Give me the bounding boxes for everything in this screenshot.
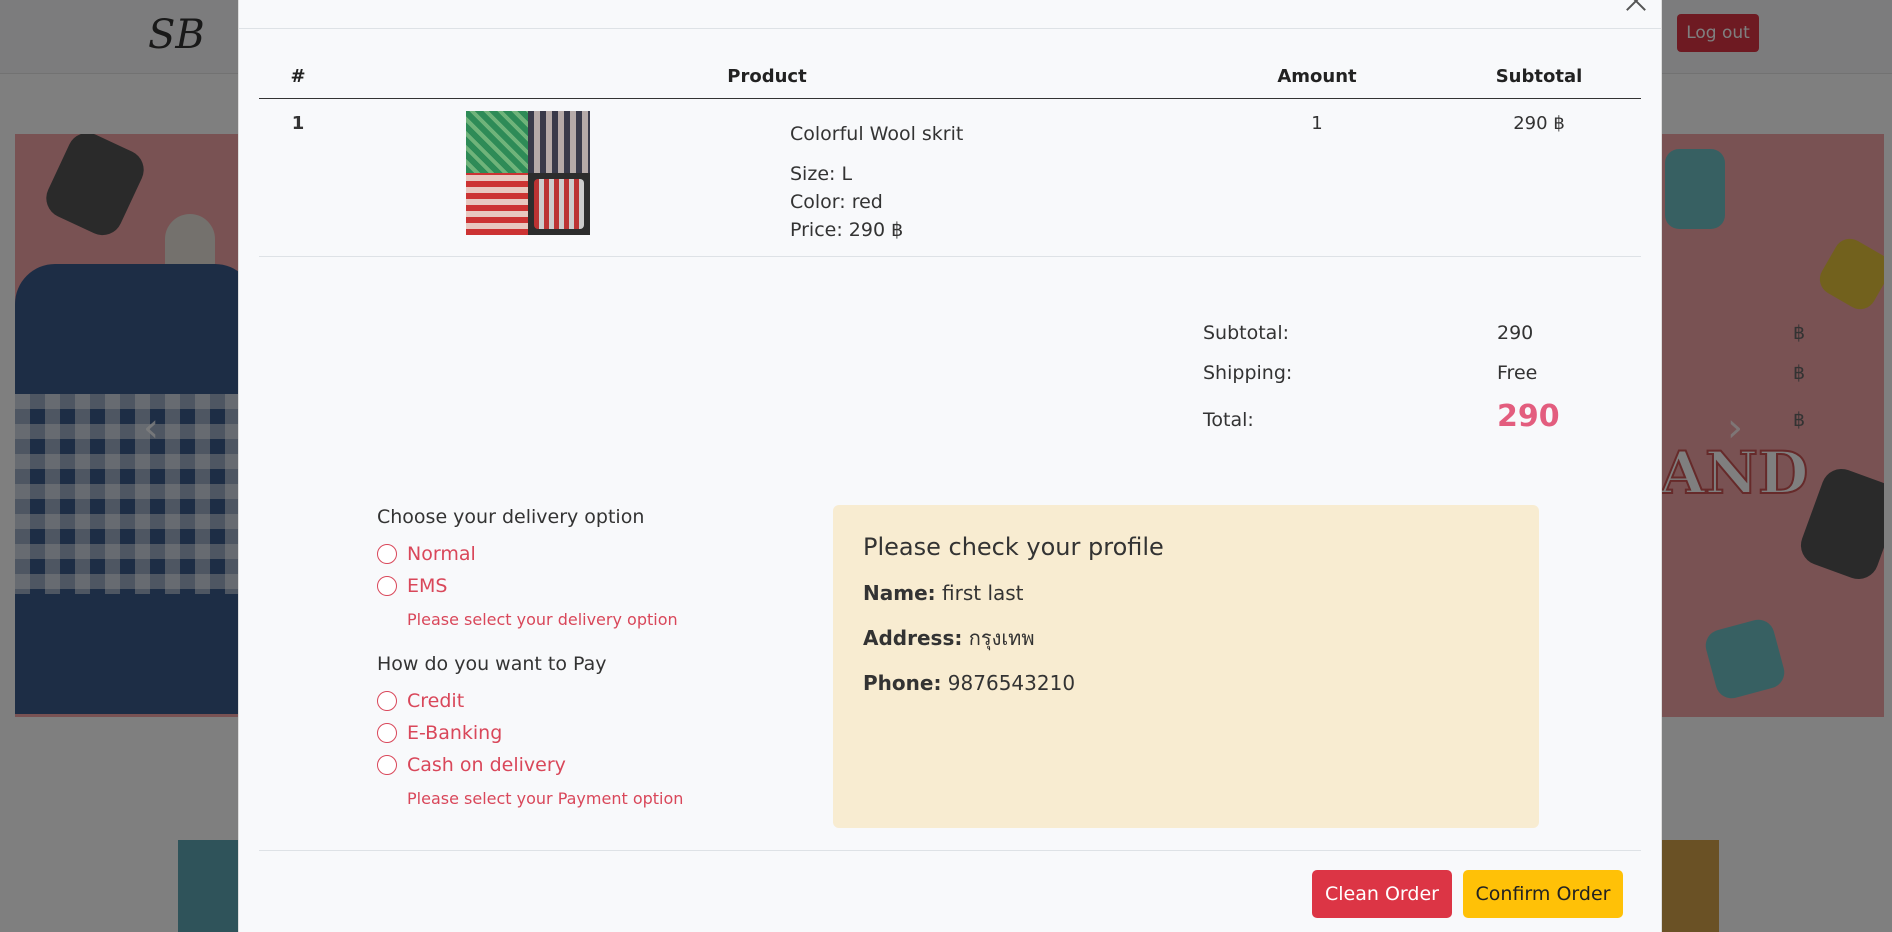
radio-label[interactable]: EMS: [407, 575, 447, 597]
order-table: # Product Amount Subtotal 1 Colorful Woo…: [259, 56, 1641, 257]
modal-footer-divider: [259, 850, 1641, 851]
subtotal-label: Subtotal:: [1203, 322, 1290, 344]
subtotal-value: 290: [1497, 322, 1534, 344]
radio-label[interactable]: E-Banking: [407, 722, 502, 744]
profile-phone: Phone: 9876543210: [863, 671, 1509, 695]
product-price: Price: 290 ฿: [790, 218, 904, 241]
total-value: 290: [1497, 399, 1560, 434]
subtotal-row: Subtotal: 290 ฿: [1203, 322, 1823, 352]
radio-circle-icon[interactable]: [377, 544, 397, 564]
radio-label[interactable]: Normal: [407, 543, 476, 565]
product-cell: Colorful Wool skrit Size: L Color: red P…: [337, 98, 1197, 257]
payment-option-title: How do you want to Pay: [377, 653, 607, 675]
radio-circle-icon[interactable]: [377, 755, 397, 775]
payment-error-message: Please select your Payment option: [407, 789, 684, 808]
product-thumbnail[interactable]: [466, 110, 590, 235]
product-name: Colorful Wool skrit: [790, 122, 964, 145]
profile-address: Address: กรุงเทพ: [863, 622, 1509, 654]
clean-order-button[interactable]: Clean Order: [1312, 870, 1452, 918]
product-color: Color: red: [790, 190, 883, 213]
currency-symbol: ฿: [1793, 322, 1806, 344]
modal-header: [239, 0, 1661, 29]
column-header-subtotal: Subtotal: [1437, 56, 1641, 99]
delivery-option-title: Choose your delivery option: [377, 506, 645, 528]
total-label: Total:: [1203, 409, 1254, 431]
confirm-order-button[interactable]: Confirm Order: [1463, 870, 1623, 918]
table-row: 1 Colorful Wool skrit Size: L Color: red…: [259, 98, 1641, 257]
profile-name-value: first last: [942, 581, 1024, 605]
delivery-option-ems[interactable]: EMS: [377, 570, 683, 602]
cart-modal: # Product Amount Subtotal 1 Colorful Woo…: [238, 0, 1805, 932]
payment-option-credit[interactable]: Credit: [377, 685, 683, 717]
profile-phone-label: Phone:: [863, 671, 942, 695]
column-header-number: #: [259, 56, 337, 99]
shipping-value: Free: [1497, 362, 1538, 384]
delivery-option-normal[interactable]: Normal: [377, 538, 683, 570]
product-amount: 1: [1197, 98, 1437, 257]
column-header-product: Product: [337, 56, 1197, 99]
product-details: Colorful Wool skrit Size: L Color: red P…: [790, 111, 963, 247]
product-size: Size: L: [790, 162, 853, 185]
payment-option-ebanking[interactable]: E-Banking: [377, 717, 683, 749]
profile-check-card: Please check your profile Name: first la…: [833, 505, 1539, 828]
radio-circle-icon[interactable]: [377, 691, 397, 711]
radio-circle-icon[interactable]: [377, 723, 397, 743]
delivery-error-message: Please select your delivery option: [407, 610, 678, 629]
shipping-label: Shipping:: [1203, 362, 1293, 384]
payment-option-cod[interactable]: Cash on delivery: [377, 749, 683, 781]
profile-address-value: กรุงเทพ: [968, 626, 1035, 650]
row-number: 1: [259, 98, 337, 257]
column-header-amount: Amount: [1197, 56, 1437, 99]
currency-symbol: ฿: [1793, 362, 1806, 384]
shipping-row: Shipping: Free ฿: [1203, 362, 1823, 392]
close-icon[interactable]: [1621, 0, 1651, 18]
product-subtotal: 290 ฿: [1437, 98, 1641, 257]
radio-label[interactable]: Cash on delivery: [407, 754, 566, 776]
currency-symbol: ฿: [1793, 409, 1806, 431]
radio-circle-icon[interactable]: [377, 576, 397, 596]
options-form: Choose your delivery option Normal EMS P…: [377, 506, 683, 832]
total-row: Total: 290 ฿: [1203, 399, 1823, 439]
radio-label[interactable]: Credit: [407, 690, 464, 712]
profile-name: Name: first last: [863, 581, 1509, 605]
profile-address-label: Address:: [863, 626, 963, 650]
profile-name-label: Name:: [863, 581, 936, 605]
profile-card-title: Please check your profile: [863, 533, 1164, 561]
profile-phone-value: 9876543210: [947, 671, 1076, 695]
table-header-row: # Product Amount Subtotal: [259, 56, 1641, 99]
